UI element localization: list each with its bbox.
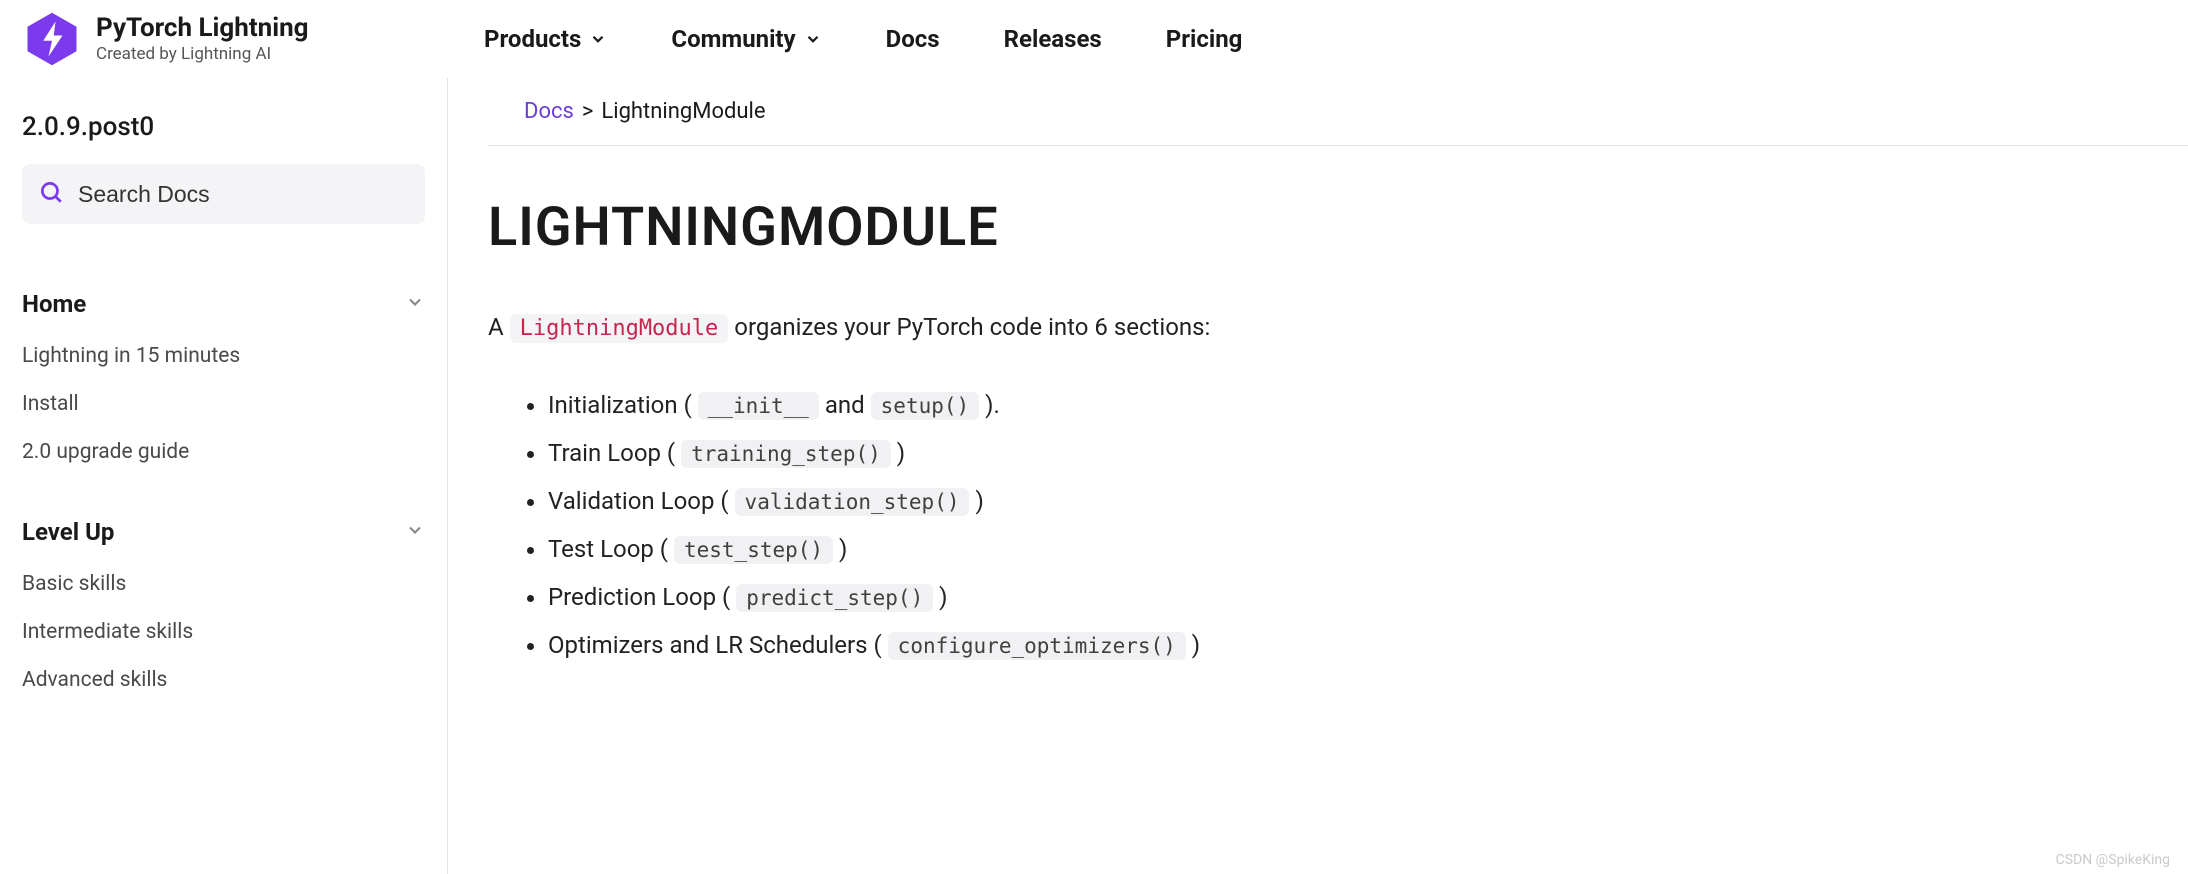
nav-docs-label: Docs xyxy=(886,25,940,53)
section-item: Optimizers and LR Schedulers ( configure… xyxy=(548,621,2152,669)
sections-list: Initialization ( __init__ and setup() ).… xyxy=(488,381,2152,669)
chevron-down-icon xyxy=(405,518,425,546)
chevron-down-icon xyxy=(589,30,607,48)
nav-community[interactable]: Community xyxy=(671,25,821,53)
content: LIGHTNINGMODULE A LightningModule organi… xyxy=(488,146,2188,669)
lightning-logo-icon xyxy=(24,11,80,67)
brand-text: PyTorch Lightning Created by Lightning A… xyxy=(96,14,309,65)
sidebar-section-title: Level Up xyxy=(22,518,114,546)
search-input[interactable] xyxy=(78,181,409,208)
brand[interactable]: PyTorch Lightning Created by Lightning A… xyxy=(24,11,444,67)
brand-title: PyTorch Lightning xyxy=(96,14,309,43)
section-item: Test Loop ( test_step() ) xyxy=(548,525,2152,573)
page-title: LIGHTNINGMODULE xyxy=(488,196,2152,259)
nav-pricing[interactable]: Pricing xyxy=(1166,25,1243,53)
breadcrumb-current: LightningModule xyxy=(601,99,765,124)
intro-paragraph: A LightningModule organizes your PyTorch… xyxy=(488,313,2152,341)
code-token: setup() xyxy=(871,392,980,420)
section-item: Initialization ( __init__ and setup() ). xyxy=(548,381,2152,429)
sidebar-item[interactable]: Advanced skills xyxy=(22,656,425,704)
breadcrumb-root-link[interactable]: Docs xyxy=(524,99,574,124)
chevron-down-icon xyxy=(405,290,425,318)
code-token: test_step() xyxy=(674,536,833,564)
section-item: Prediction Loop ( predict_step() ) xyxy=(548,573,2152,621)
brand-subtitle: Created by Lightning AI xyxy=(96,44,309,64)
nav-releases[interactable]: Releases xyxy=(1004,25,1102,53)
top-nav: Products Community Docs Releases Pricing xyxy=(484,25,1242,53)
sidebar-item[interactable]: Install xyxy=(22,380,425,428)
intro-suffix: organizes your PyTorch code into 6 secti… xyxy=(734,313,1210,341)
code-token: configure_optimizers() xyxy=(888,632,1186,660)
sidebar-item[interactable]: 2.0 upgrade guide xyxy=(22,428,425,476)
breadcrumb: Docs > LightningModule xyxy=(488,78,2188,146)
code-token: __init__ xyxy=(698,392,819,420)
header: PyTorch Lightning Created by Lightning A… xyxy=(0,0,2188,78)
sidebar-item[interactable]: Basic skills xyxy=(22,560,425,608)
sidebar-section-levelup: Level Up Basic skills Intermediate skill… xyxy=(22,512,425,704)
watermark: CSDN @SpikeKing xyxy=(2056,852,2170,868)
code-token: validation_step() xyxy=(735,488,970,516)
nav-docs[interactable]: Docs xyxy=(886,25,940,53)
nav-pricing-label: Pricing xyxy=(1166,25,1243,53)
intro-code: LightningModule xyxy=(510,314,729,343)
sidebar-item[interactable]: Lightning in 15 minutes xyxy=(22,332,425,380)
search-icon xyxy=(38,179,64,209)
code-token: training_step() xyxy=(681,440,891,468)
nav-products[interactable]: Products xyxy=(484,25,607,53)
chevron-down-icon xyxy=(804,30,822,48)
version-label[interactable]: 2.0.9.post0 xyxy=(22,98,425,164)
intro-prefix: A xyxy=(488,313,510,341)
sidebar-item[interactable]: Intermediate skills xyxy=(22,608,425,656)
sidebar: 2.0.9.post0 Home Lightning in 15 minutes… xyxy=(0,78,448,874)
sidebar-section-title: Home xyxy=(22,290,86,318)
nav-community-label: Community xyxy=(671,25,795,53)
main: Docs > LightningModule LIGHTNINGMODULE A… xyxy=(448,78,2188,874)
code-token: predict_step() xyxy=(736,584,933,612)
nav-products-label: Products xyxy=(484,25,581,53)
sidebar-section-head-levelup[interactable]: Level Up xyxy=(22,512,425,560)
breadcrumb-separator: > xyxy=(582,99,594,124)
nav-releases-label: Releases xyxy=(1004,25,1102,53)
section-item: Validation Loop ( validation_step() ) xyxy=(548,477,2152,525)
sidebar-section-home: Home Lightning in 15 minutes Install 2.0… xyxy=(22,284,425,476)
sidebar-section-head-home[interactable]: Home xyxy=(22,284,425,332)
search-box[interactable] xyxy=(22,164,425,224)
section-item: Train Loop ( training_step() ) xyxy=(548,429,2152,477)
